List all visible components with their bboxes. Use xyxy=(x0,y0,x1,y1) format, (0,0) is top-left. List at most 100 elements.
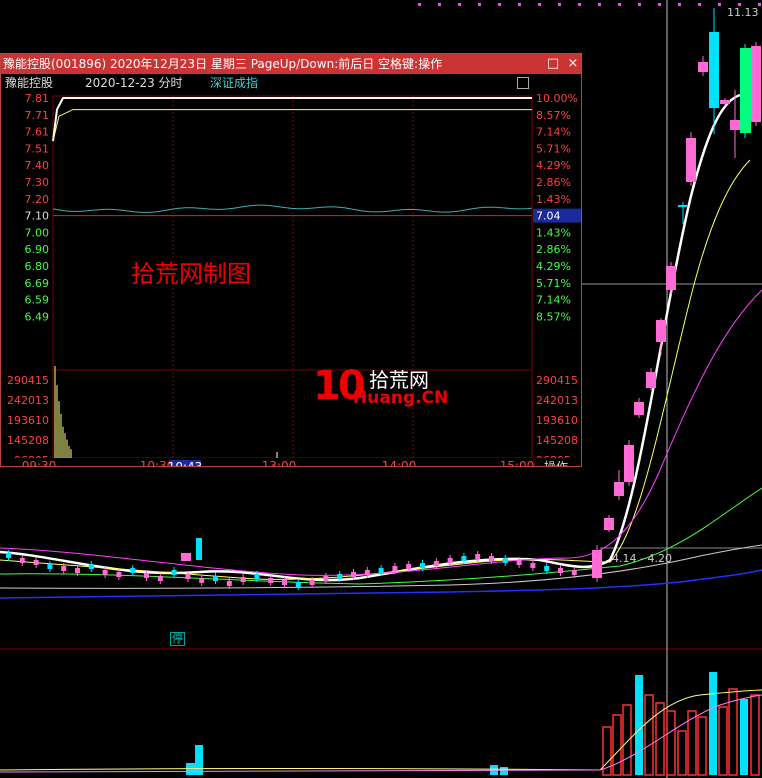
candle-body xyxy=(656,320,666,342)
series-index xyxy=(52,204,533,213)
top-price-label: 11.13 xyxy=(727,6,759,19)
candle-body xyxy=(226,581,232,586)
time-tick-label: 14:00 xyxy=(382,459,417,466)
maximize-icon[interactable]: □ xyxy=(545,56,561,72)
candle-body xyxy=(309,580,315,585)
candle-body xyxy=(268,578,274,583)
close-icon[interactable]: × xyxy=(565,56,581,72)
candle-body xyxy=(530,563,536,568)
top-marker xyxy=(618,3,621,6)
candle-body xyxy=(240,577,246,582)
candle-body xyxy=(213,576,218,581)
candle-body xyxy=(447,558,453,563)
candle-body xyxy=(33,560,39,565)
candle-body xyxy=(185,574,191,579)
top-marker xyxy=(658,3,661,6)
watermark-text: 拾荒网制图 xyxy=(131,260,251,288)
pct-tick-label: 1.43% xyxy=(536,193,571,206)
volume-tick-label: 242013 xyxy=(536,394,578,407)
candle-body xyxy=(351,572,356,577)
pct-tick-label: 4.29% xyxy=(536,159,571,172)
candle-body xyxy=(196,538,202,560)
volume-bar xyxy=(500,767,508,775)
candle-body xyxy=(502,558,508,563)
candle-body xyxy=(364,570,370,575)
volume-bar xyxy=(697,716,707,776)
low-price-marker: 4.14 - 4.20 xyxy=(612,552,672,565)
candle-body xyxy=(666,266,676,290)
volume-bar xyxy=(750,694,760,776)
candle-body xyxy=(406,564,412,569)
price-tick-label: 6.49 xyxy=(25,310,50,323)
candle-body xyxy=(337,574,343,579)
site-logo: 10 拾荒网 Huang.CN xyxy=(313,364,448,412)
candle-body xyxy=(592,550,602,578)
top-marker xyxy=(458,3,461,6)
stock-name: 豫能控股 xyxy=(5,76,54,90)
candle-body xyxy=(709,32,719,108)
volume-bar xyxy=(612,714,622,776)
candle-body xyxy=(75,568,80,573)
candle-body xyxy=(420,563,425,568)
pct-tick-label: 2.86% xyxy=(536,243,571,256)
top-marker xyxy=(418,3,421,6)
candle-body xyxy=(646,372,656,388)
top-marker xyxy=(678,3,681,6)
volume-ma xyxy=(0,689,762,771)
candle-body xyxy=(730,120,740,130)
pct-tick-label: 7.04 xyxy=(536,210,561,223)
candle-body xyxy=(634,402,644,415)
popup-subheader: 豫能控股 2020-12-23 分时 深证成指 xyxy=(1,74,581,92)
top-marker xyxy=(498,3,501,6)
price-tick-label: 6.80 xyxy=(25,260,50,273)
candle-body xyxy=(88,564,94,569)
volume-tick-label: 290415 xyxy=(536,374,578,387)
price-tick-label: 7.51 xyxy=(25,142,50,155)
candle-body xyxy=(544,566,550,571)
time-tick-label: 13:00 xyxy=(262,459,297,466)
pct-tick-label: 2.86% xyxy=(536,176,571,189)
candle-body xyxy=(323,576,329,581)
intraday-chart: 7.81 10.00% 7.71 8.57% 7.61 7.14% 7.51 5.71% 7.4… xyxy=(1,92,581,466)
price-tick-label: 7.71 xyxy=(25,109,50,122)
candle-body xyxy=(47,564,53,569)
time-tick-label: 09:30 xyxy=(22,459,57,466)
pct-tick-label: 5.71% xyxy=(536,277,571,290)
popup-titlebar[interactable]: 豫能控股(001896) 2020年12月23日 星期三 PageUp/Down… xyxy=(1,54,581,74)
pct-tick-label: 7.14% xyxy=(536,294,571,307)
top-marker xyxy=(518,3,521,6)
volume-tick-label: 193610 xyxy=(7,414,49,427)
top-marker xyxy=(598,3,601,6)
candle-body xyxy=(378,568,384,573)
suspended-badge: 停 xyxy=(170,632,185,646)
volume-bar xyxy=(644,694,654,776)
top-marker xyxy=(438,3,441,6)
restore-icon[interactable] xyxy=(517,77,529,89)
candle-body xyxy=(102,570,108,575)
action-button[interactable]: 操作 xyxy=(544,459,568,466)
candle-body xyxy=(433,561,439,566)
pct-tick-label: 5.71% xyxy=(536,142,571,155)
price-tick-label: 7.10 xyxy=(25,210,50,223)
price-tick-label: 7.20 xyxy=(25,193,50,206)
price-tick-label: 6.59 xyxy=(25,294,50,307)
top-marker xyxy=(718,3,721,6)
candle-body xyxy=(181,553,191,561)
candle-body xyxy=(624,445,634,482)
popup-title: 豫能控股(001896) 2020年12月23日 星期三 PageUp/Down… xyxy=(3,57,443,71)
price-tick-label: 7.61 xyxy=(25,126,50,139)
pct-tick-label: 8.57% xyxy=(536,109,571,122)
candle-body xyxy=(116,572,122,577)
price-tick-label: 7.40 xyxy=(25,159,50,172)
volume-bar xyxy=(740,699,748,775)
candle-body xyxy=(751,46,761,122)
candle-body xyxy=(516,560,522,565)
pct-tick-label: 7.14% xyxy=(536,126,571,139)
candle-body xyxy=(475,554,481,559)
pct-tick-label: 1.43% xyxy=(536,226,571,239)
candle-body xyxy=(604,518,614,530)
candle-body xyxy=(489,556,494,561)
time-tick-label: 15:00 xyxy=(500,459,535,466)
candle-body xyxy=(614,482,624,496)
candle-body xyxy=(461,556,467,561)
